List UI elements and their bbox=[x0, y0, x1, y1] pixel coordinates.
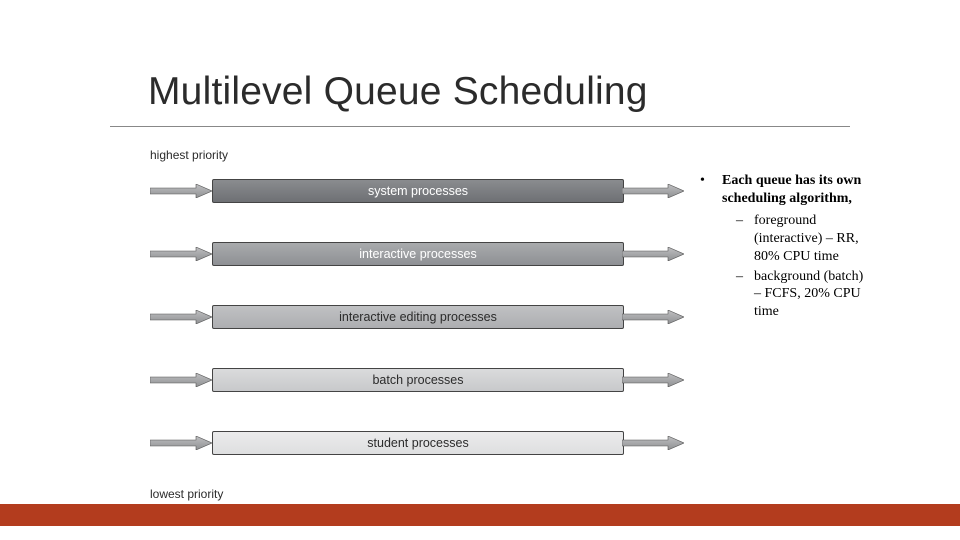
queue-row-batch: batch processes bbox=[150, 361, 680, 399]
queue-label: interactive editing processes bbox=[339, 310, 497, 324]
multilevel-queue-diagram: highest priority system processes intera… bbox=[150, 148, 680, 501]
page-title: Multilevel Queue Scheduling bbox=[148, 70, 648, 114]
dash-icon: – bbox=[736, 212, 754, 266]
notes-sub-background: background (batch) – FCFS, 20% CPU time bbox=[754, 268, 870, 322]
arrow-right-icon bbox=[622, 373, 684, 387]
arrow-right-icon bbox=[150, 373, 212, 387]
arrow-right-icon bbox=[622, 310, 684, 324]
queue-bar: student processes bbox=[212, 431, 624, 455]
queue-bar: system processes bbox=[212, 179, 624, 203]
notes-panel: • Each queue has its own scheduling algo… bbox=[700, 172, 870, 321]
queue-row-student: student processes bbox=[150, 424, 680, 462]
arrow-right-icon bbox=[622, 436, 684, 450]
queue-bar: interactive editing processes bbox=[212, 305, 624, 329]
arrow-right-icon bbox=[150, 310, 212, 324]
notes-sub-foreground: foreground (interactive) – RR, 80% CPU t… bbox=[754, 212, 870, 266]
queue-row-system: system processes bbox=[150, 172, 680, 210]
queue-label: student processes bbox=[367, 436, 468, 450]
footer-accent-bar bbox=[0, 504, 960, 526]
queue-row-interactive: interactive processes bbox=[150, 235, 680, 273]
queue-row-interactive-editing: interactive editing processes bbox=[150, 298, 680, 336]
queue-label: system processes bbox=[368, 184, 468, 198]
arrow-right-icon bbox=[622, 247, 684, 261]
arrow-right-icon bbox=[150, 184, 212, 198]
lowest-priority-label: lowest priority bbox=[150, 487, 680, 501]
arrow-right-icon bbox=[150, 247, 212, 261]
highest-priority-label: highest priority bbox=[150, 148, 680, 162]
notes-lead: Each queue has its own scheduling algori… bbox=[722, 173, 861, 206]
queue-label: interactive processes bbox=[359, 247, 476, 261]
title-underline bbox=[110, 126, 850, 127]
bullet-icon: • bbox=[700, 172, 722, 321]
dash-icon: – bbox=[736, 268, 754, 322]
arrow-right-icon bbox=[622, 184, 684, 198]
queue-bar: batch processes bbox=[212, 368, 624, 392]
queue-bar: interactive processes bbox=[212, 242, 624, 266]
queue-label: batch processes bbox=[372, 373, 463, 387]
arrow-right-icon bbox=[150, 436, 212, 450]
